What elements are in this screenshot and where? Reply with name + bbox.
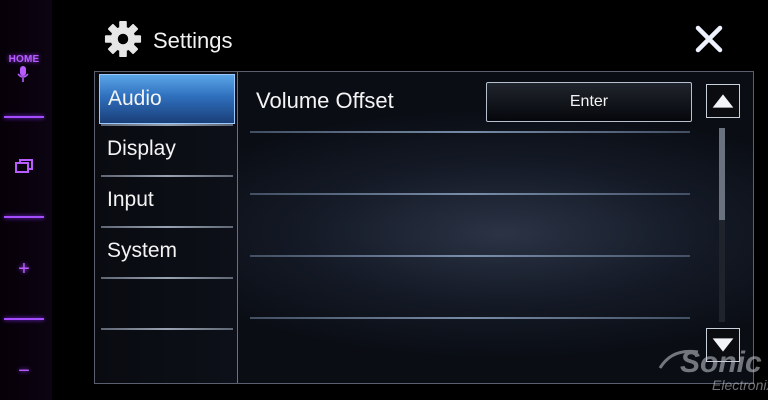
scrollbar-thumb[interactable] xyxy=(719,128,725,220)
close-icon[interactable] xyxy=(692,22,726,56)
title-bar: Settings xyxy=(52,0,768,72)
hardware-strip: HOME + − xyxy=(0,0,52,400)
settings-content: Volume Offset Enter xyxy=(238,72,753,383)
row-divider xyxy=(250,193,690,195)
hardware-divider xyxy=(4,116,44,118)
home-button[interactable]: HOME xyxy=(4,54,44,65)
window-switch-icon[interactable] xyxy=(15,158,33,174)
svg-text:Electronix: Electronix xyxy=(712,377,768,393)
row-divider xyxy=(250,255,690,257)
menu-item-display[interactable]: Display xyxy=(99,125,235,175)
page-title: Settings xyxy=(153,28,233,53)
volume-down-button[interactable]: − xyxy=(4,360,44,383)
microphone-icon[interactable] xyxy=(16,66,30,84)
menu-item-audio[interactable]: Audio xyxy=(99,74,235,124)
scroll-up-button[interactable] xyxy=(706,84,740,118)
menu-divider xyxy=(101,277,233,279)
volume-offset-label: Volume Offset xyxy=(256,88,394,113)
enter-button[interactable]: Enter xyxy=(486,82,692,122)
hardware-divider xyxy=(4,318,44,320)
row-divider xyxy=(250,131,690,133)
gear-icon xyxy=(104,20,142,58)
screen: Settings Audio Display Input System Volu… xyxy=(52,0,768,400)
row-divider xyxy=(250,317,690,319)
volume-up-button[interactable]: + xyxy=(4,258,44,281)
hardware-divider xyxy=(4,216,44,218)
sonic-electronix-logo: Sonic Electronix xyxy=(658,346,768,393)
menu-item-input[interactable]: Input xyxy=(99,176,235,226)
settings-menu: Audio Display Input System xyxy=(95,72,238,383)
menu-divider xyxy=(101,328,233,330)
settings-panel: Audio Display Input System Volume Offset… xyxy=(94,71,754,384)
arrow-up-icon xyxy=(712,94,734,108)
menu-item-system[interactable]: System xyxy=(99,227,235,277)
scrollbar-track[interactable] xyxy=(719,128,725,322)
